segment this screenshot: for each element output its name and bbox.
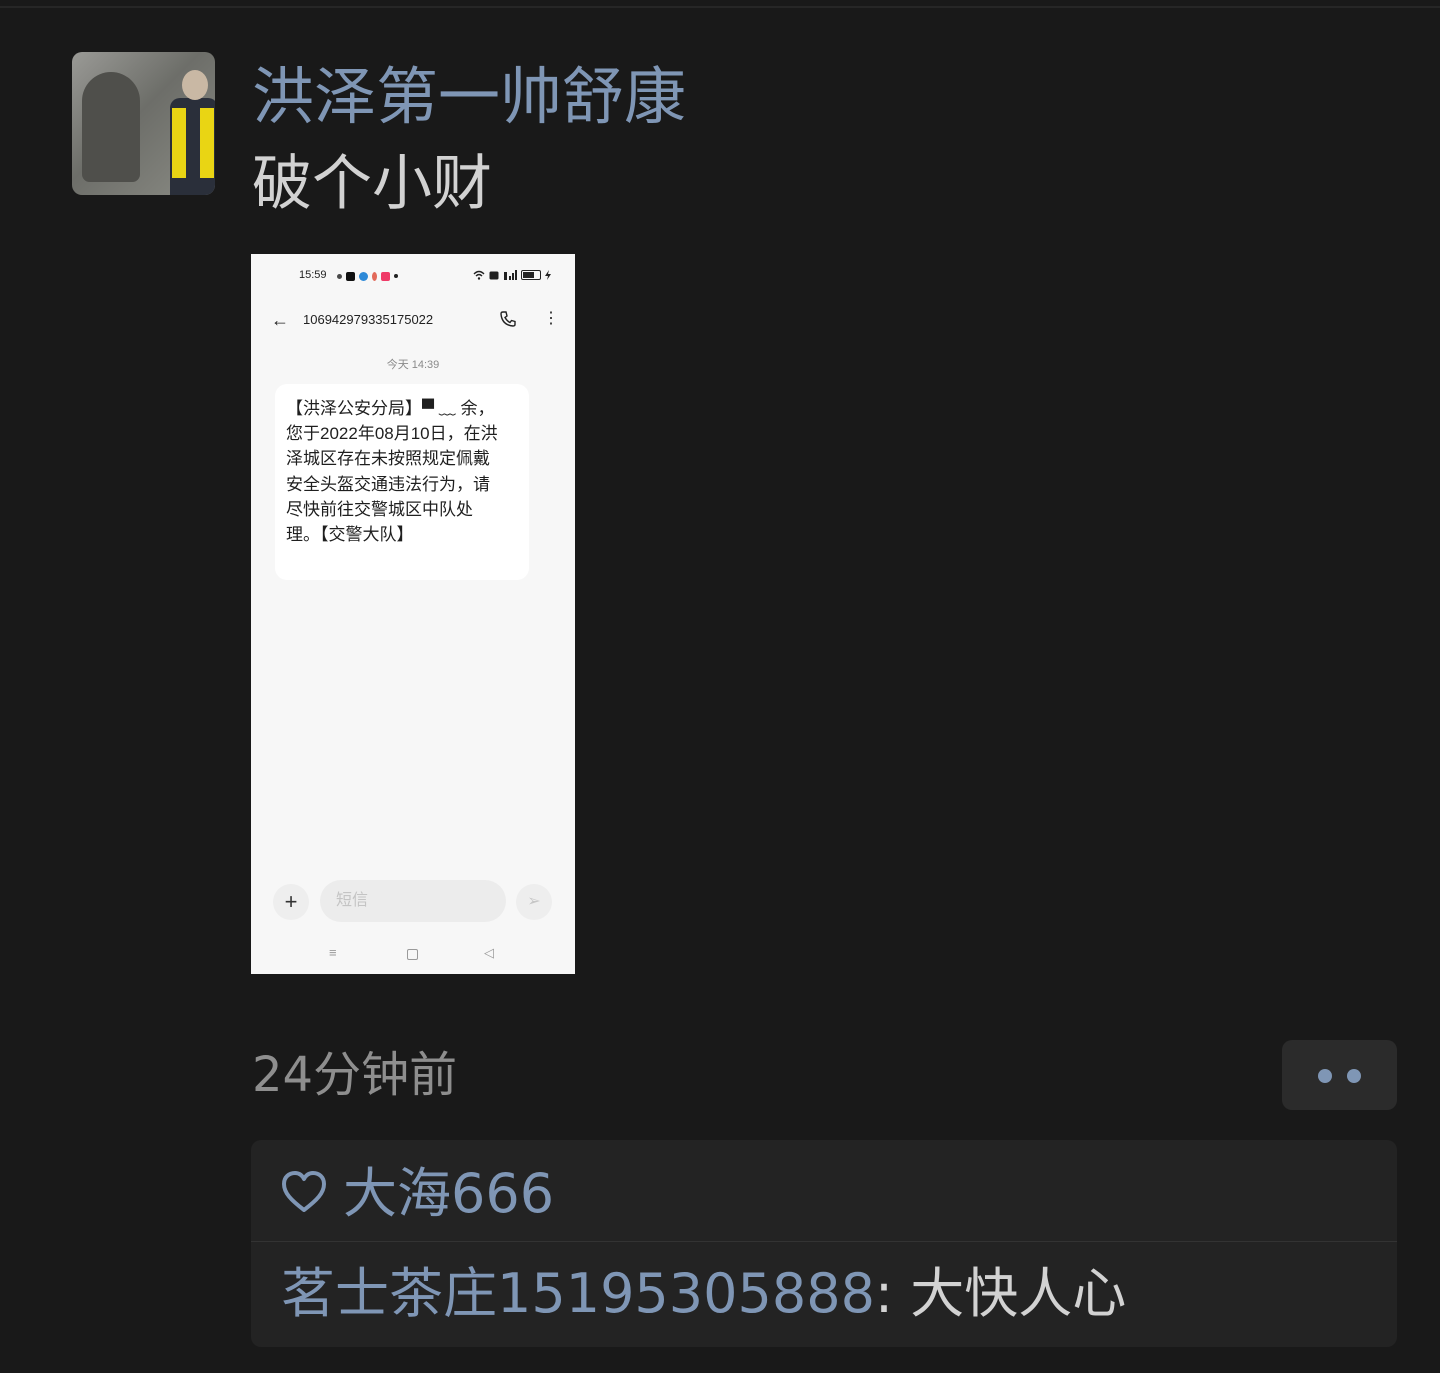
phone-status-time: 15:59 [299, 269, 327, 281]
charging-icon [545, 270, 551, 280]
post-time: 24分钟前 [252, 1047, 458, 1103]
comment-text: 大快人心 [910, 1262, 1127, 1325]
avatar-statue [82, 72, 140, 182]
sms-input[interactable] [320, 880, 506, 922]
more-actions-button[interactable] [1282, 1040, 1397, 1110]
battery-icon [521, 270, 541, 280]
more-dots-icon [1318, 1069, 1332, 1083]
comment-separator: : [874, 1262, 911, 1325]
video-app-icon [381, 271, 390, 281]
avatar-person-head [182, 70, 208, 100]
heart-icon [282, 1171, 326, 1212]
sms-sender-number: 106942979335175022 [303, 312, 434, 327]
phone-icon[interactable] [499, 310, 517, 328]
sms-header: ← 106942979335175022 ⋮ [251, 306, 575, 338]
tiktok-icon [346, 271, 355, 281]
app-icon [337, 273, 342, 279]
sms-bubble: 【洪泽公安分局】▀ ﹏ 余，您于2022年08月10日，在洪泽城区存在未按照规定… [275, 384, 529, 580]
nav-home-icon[interactable] [407, 949, 418, 960]
signal-icon [504, 270, 517, 280]
likes-comments-panel: 大海666 茗士茶庄15195305888: 大快人心 [251, 1140, 1397, 1347]
arrow-left-icon[interactable]: ← [271, 310, 289, 330]
kebab-menu-icon[interactable]: ⋮ [543, 310, 559, 328]
likes-row: 大海666 [251, 1140, 1397, 1241]
send-button[interactable]: ➢ [516, 884, 552, 920]
panel-divider [251, 1241, 1397, 1242]
notification-dot-icon [394, 274, 398, 278]
post-image[interactable]: 15:59 ← 106942979335175022 ⋮ 今天 14:39 【洪… [251, 254, 575, 974]
like-user-name[interactable]: 大海666 [343, 1160, 554, 1228]
attach-plus-button[interactable]: + [273, 884, 309, 920]
author-name[interactable]: 洪泽第一帅舒康 [252, 58, 686, 136]
sms-input-bar: + ➢ [251, 880, 575, 924]
comment-author[interactable]: 茗士茶庄15195305888 [281, 1262, 875, 1325]
wifi-icon [473, 270, 485, 280]
post-text: 破个小财 [252, 149, 492, 219]
avatar-vest-right [200, 108, 214, 178]
comment-item[interactable]: 茗士茶庄15195305888: 大快人心 [281, 1260, 1126, 1330]
top-divider [0, 6, 1440, 8]
author-avatar[interactable] [72, 52, 215, 195]
status-app-icons [337, 270, 398, 282]
nfc-icon [489, 271, 499, 279]
sms-date: 今天 14:39 [386, 359, 440, 371]
nav-back-icon[interactable]: ◁ [484, 946, 494, 960]
sms-message-text: 【洪泽公安分局】▀ ﹏ 余，您于2022年08月10日，在洪泽城区存在未按照规定… [286, 399, 498, 545]
nav-menu-icon[interactable]: ≡ [329, 946, 337, 960]
map-pin-icon [372, 271, 377, 281]
more-dots-icon [1347, 1069, 1361, 1083]
phone-status-bar: 15:59 [251, 266, 575, 286]
avatar-vest-left [172, 108, 186, 178]
app-icon [359, 271, 368, 281]
android-nav-bar: ≡ ◁ [251, 944, 575, 964]
status-indicators [473, 270, 551, 280]
